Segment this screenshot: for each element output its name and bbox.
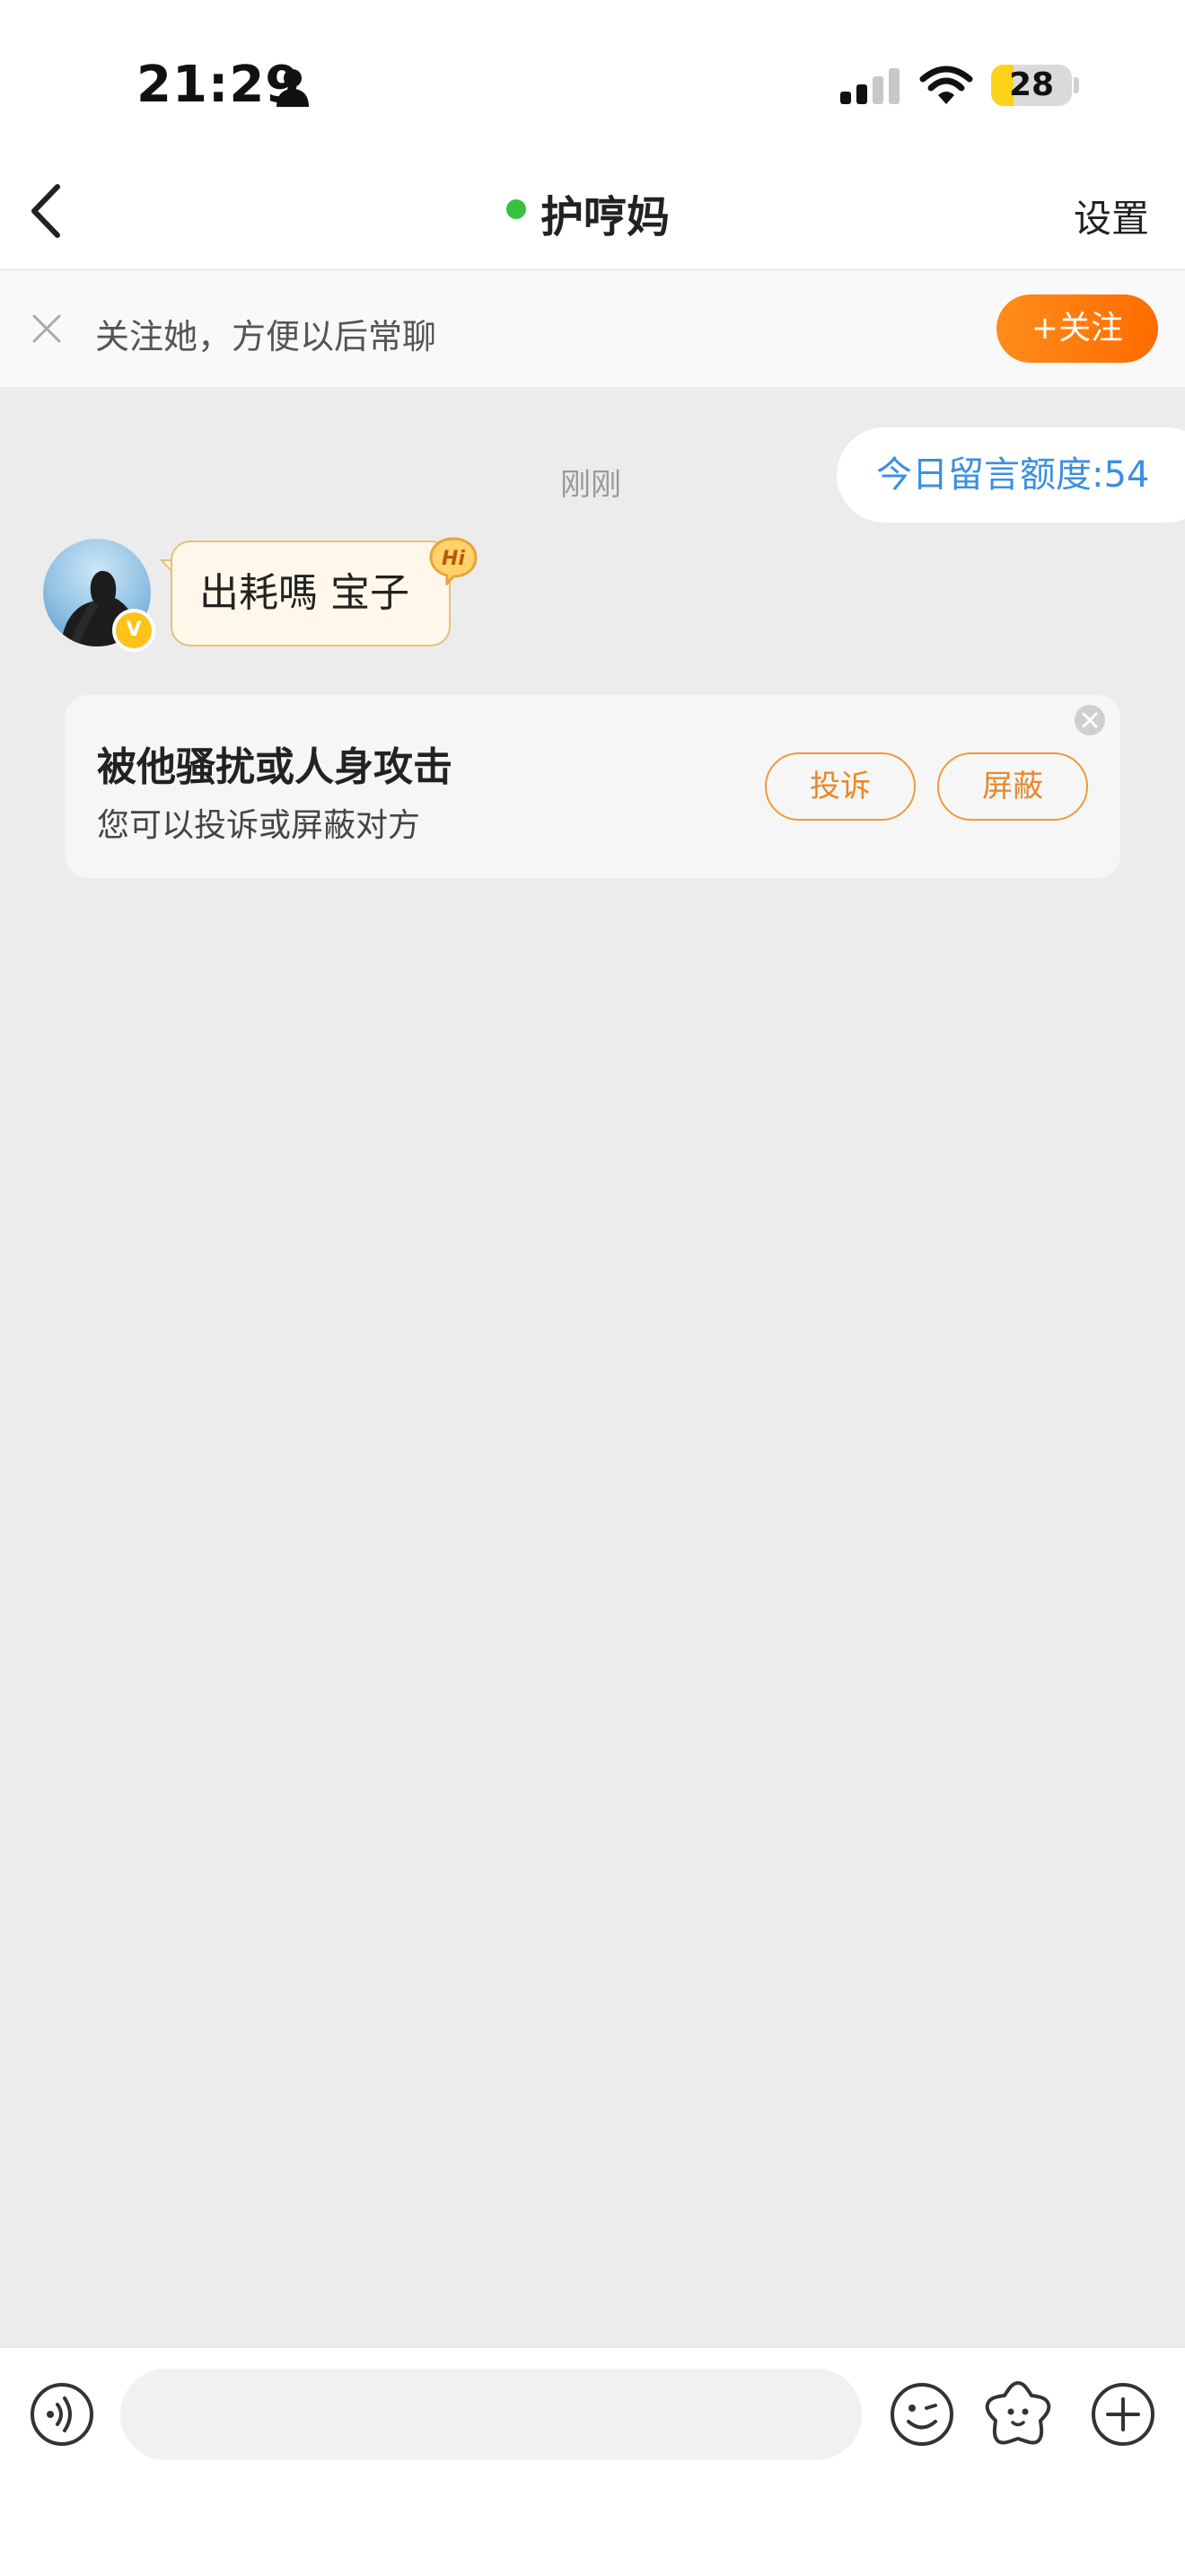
chevron-left-icon[interactable]: [25, 180, 70, 242]
battery-level: 28: [1008, 66, 1055, 103]
settings-button[interactable]: 设置: [1074, 189, 1149, 243]
complain-button[interactable]: 投诉: [765, 752, 916, 821]
message-bubble[interactable]: 出耗嗎 宝子: [171, 541, 451, 646]
report-subtitle: 您可以投诉或屏蔽对方: [97, 807, 421, 844]
report-title: 被他骚扰或人身攻击: [97, 744, 452, 790]
message-input[interactable]: [120, 2369, 862, 2460]
page-title: 护哼妈: [540, 192, 671, 242]
sticker-icon[interactable]: [982, 2378, 1054, 2449]
close-circle-icon[interactable]: [1074, 704, 1106, 736]
voice-icon[interactable]: [29, 2381, 95, 2448]
cellular-signal-icon: [840, 68, 900, 104]
block-button[interactable]: 屏蔽: [937, 752, 1088, 821]
emoji-icon[interactable]: [889, 2381, 955, 2448]
hi-badge-icon: Hi: [429, 537, 478, 585]
message-quota-badge: 今日留言额度:54: [837, 427, 1185, 523]
wifi-icon: [919, 66, 973, 104]
online-status-dot: [506, 199, 526, 219]
person-icon: [276, 69, 309, 107]
battery-nub: [1074, 77, 1079, 93]
follow-button[interactable]: +关注: [996, 295, 1158, 363]
verified-badge: V: [112, 609, 155, 652]
hi-badge-text: Hi: [442, 548, 465, 570]
plus-icon[interactable]: [1090, 2381, 1156, 2448]
battery-icon: 28: [991, 65, 1072, 106]
close-icon[interactable]: [31, 312, 63, 345]
message-timestamp: 刚刚: [560, 467, 621, 503]
follow-prompt-text: 关注她，方便以后常聊: [95, 317, 437, 356]
